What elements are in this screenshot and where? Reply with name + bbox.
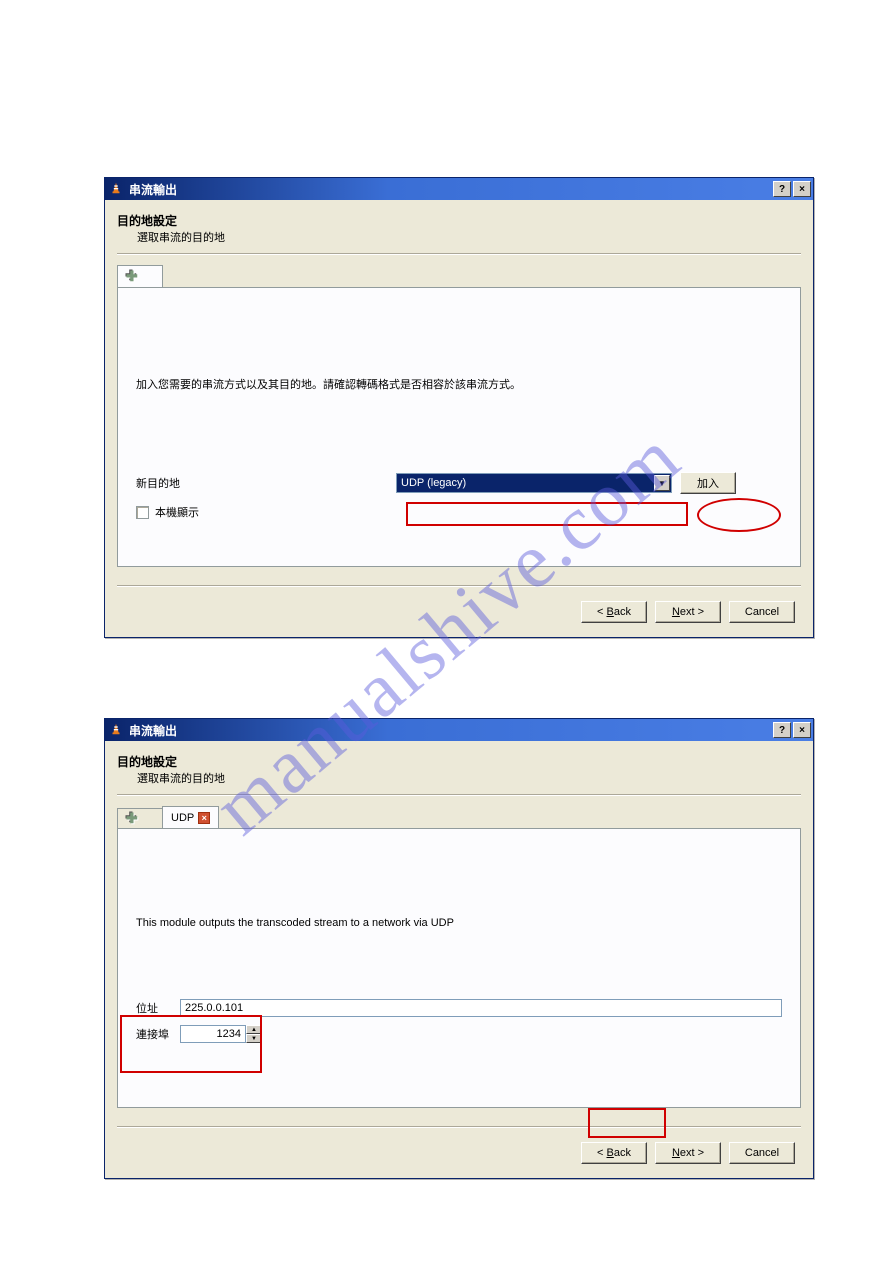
divider — [117, 794, 801, 796]
titlebar-text: 串流輸出 — [129, 722, 177, 739]
divider — [117, 585, 801, 587]
help-button[interactable]: ? — [773, 722, 791, 738]
new-destination-label: 新目的地 — [136, 475, 396, 491]
titlebar-text: 串流輸出 — [129, 181, 177, 198]
tab-add[interactable]: ✚ — [117, 808, 163, 828]
app-icon — [109, 181, 125, 197]
port-input[interactable] — [180, 1025, 246, 1043]
tab-panel: This module outputs the transcoded strea… — [117, 828, 801, 1108]
section-heading: 目的地設定 — [117, 212, 801, 229]
section-heading: 目的地設定 — [117, 753, 801, 770]
section-subheading: 選取串流的目的地 — [137, 229, 801, 245]
address-input[interactable] — [180, 999, 782, 1017]
titlebar: 串流輸出 ? × — [105, 719, 813, 741]
local-display-checkbox[interactable] — [136, 506, 149, 519]
spinner-down[interactable]: ▼ — [246, 1034, 262, 1043]
divider — [117, 253, 801, 255]
back-button[interactable]: < Back — [581, 1142, 647, 1164]
local-display-label: 本機顯示 — [155, 504, 199, 520]
divider — [117, 1126, 801, 1128]
close-button[interactable]: × — [793, 181, 811, 197]
dialog-stream-output-1: 串流輸出 ? × 目的地設定 選取串流的目的地 ✚ 加入您需要的串流方式以及其目… — [104, 177, 814, 638]
tab-udp[interactable]: UDP × — [162, 806, 219, 828]
tab-add[interactable]: ✚ — [117, 265, 163, 287]
spinner-up[interactable]: ▲ — [246, 1025, 262, 1034]
dialog-stream-output-2: 串流輸出 ? × 目的地設定 選取串流的目的地 ✚ UDP × This mod… — [104, 718, 814, 1179]
port-label: 連接埠 — [136, 1026, 180, 1042]
panel-description: 加入您需要的串流方式以及其目的地。請確認轉碼格式是否相容於該串流方式。 — [136, 376, 782, 392]
next-button[interactable]: Next > — [655, 601, 721, 623]
destination-dropdown[interactable]: UDP (legacy) ▼ — [396, 473, 672, 493]
plus-icon: ✚ — [126, 810, 138, 827]
app-icon — [109, 722, 125, 738]
tab-panel: 加入您需要的串流方式以及其目的地。請確認轉碼格式是否相容於該串流方式。 新目的地… — [117, 287, 801, 567]
close-tab-icon[interactable]: × — [198, 812, 210, 824]
chevron-down-icon: ▼ — [654, 475, 670, 491]
close-button[interactable]: × — [793, 722, 811, 738]
cancel-button[interactable]: Cancel — [729, 1142, 795, 1164]
dropdown-value: UDP (legacy) — [401, 477, 466, 489]
plus-icon: ✚ — [126, 268, 138, 285]
add-button[interactable]: 加入 — [680, 472, 736, 494]
panel-description: This module outputs the transcoded strea… — [136, 917, 782, 929]
section-subheading: 選取串流的目的地 — [137, 770, 801, 786]
next-button[interactable]: Next > — [655, 1142, 721, 1164]
cancel-button[interactable]: Cancel — [729, 601, 795, 623]
titlebar: 串流輸出 ? × — [105, 178, 813, 200]
help-button[interactable]: ? — [773, 181, 791, 197]
tab-label: UDP — [171, 812, 194, 824]
back-button[interactable]: < Back — [581, 601, 647, 623]
address-label: 位址 — [136, 1000, 180, 1016]
